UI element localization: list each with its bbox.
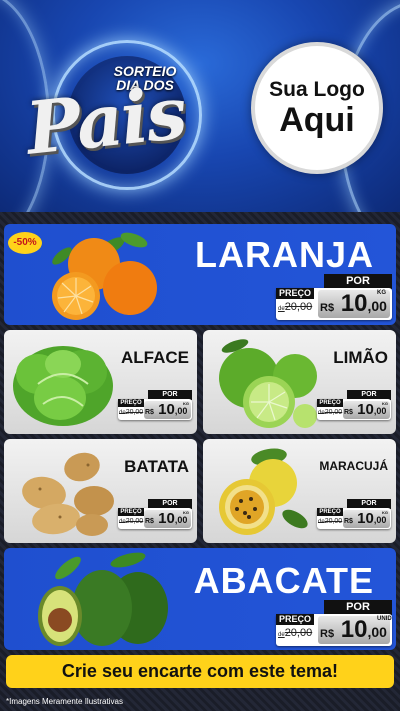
product-name-maracuja: MARACUJÁ: [319, 459, 388, 473]
por-label: POR: [324, 274, 392, 289]
avocado-image: [38, 552, 168, 646]
product-name-batata: BATATA: [124, 457, 189, 476]
por-label: POR: [324, 600, 392, 615]
preco-label: PREÇO: [276, 288, 314, 299]
price-tag-abacate: POR PREÇO de20,00 R$ 10,00 UNID: [276, 600, 392, 646]
preco-label: PREÇO: [317, 399, 343, 407]
lettuce-image: [13, 346, 113, 426]
unit-label: KG: [382, 510, 388, 515]
product-name-alface: ALFACE: [121, 348, 189, 367]
product-card-limao[interactable]: LIMÃO POR PREÇO de20,00 R$ 10,00 KG: [203, 330, 396, 434]
footnote: *Imagens Meramente Ilustrativas: [6, 697, 123, 706]
preco-label: PREÇO: [118, 508, 144, 516]
preco-label: PREÇO: [317, 508, 343, 516]
price-tag-laranja: POR PREÇO de20,00 R$ 10,00 KG: [276, 274, 392, 320]
product-card-batata[interactable]: BATATA POR PREÇO de20,00 R$ 10,00 KG: [4, 439, 197, 543]
old-price: de20,00: [119, 518, 144, 525]
preco-label: PREÇO: [118, 399, 144, 407]
product-name-limao: LIMÃO: [333, 348, 388, 367]
price-tag-alface: POR PREÇO de20,00 R$ 10,00 KG: [118, 390, 192, 420]
old-price: de20,00: [318, 409, 343, 416]
price-tag-maracuja: POR PREÇO de20,00 R$ 10,00 KG: [317, 499, 391, 529]
unit-label: KG: [183, 401, 189, 406]
logo-line-2: Aqui: [279, 101, 355, 139]
logo-line-1: Sua Logo: [269, 78, 365, 101]
unit-label: KG: [183, 510, 189, 515]
store-logo-placeholder[interactable]: Sua Logo Aqui: [251, 42, 383, 174]
old-price: de20,00: [119, 409, 144, 416]
cta-button[interactable]: Crie seu encarte com este tema!: [6, 655, 394, 688]
product-name-laranja: LARANJA: [194, 234, 374, 275]
old-price: de20,00: [278, 301, 313, 313]
preco-label: PREÇO: [276, 614, 314, 625]
unit-label: KG: [382, 401, 388, 406]
discount-badge: -50%: [8, 232, 42, 254]
product-card-laranja[interactable]: LARANJA POR PREÇO de20,00 R$ 10,00 KG: [4, 224, 396, 325]
unit-label: KG: [377, 290, 386, 296]
event-title-main: Pais: [22, 69, 189, 171]
old-price: de20,00: [278, 627, 313, 639]
potato-image: [22, 452, 114, 536]
product-name-abacate: ABACATE: [193, 560, 374, 601]
product-card-maracuja[interactable]: MARACUJÁ POR PREÇO de20,00 R$ 10,00 KG: [203, 439, 396, 543]
header-banner: SORTEIO DIA DOS Pais Sua Logo Aqui: [0, 0, 400, 212]
product-card-alface[interactable]: ALFACE POR PREÇO de20,00 R$ 10,00 KG: [4, 330, 197, 434]
product-card-abacate[interactable]: ABACATE POR PREÇO de20,00 R$ 10,00 UNID: [4, 548, 396, 650]
price-tag-batata: POR PREÇO de20,00 R$ 10,00 KG: [118, 499, 192, 529]
old-price: de20,00: [318, 518, 343, 525]
price-tag-limao: POR PREÇO de20,00 R$ 10,00 KG: [317, 390, 391, 420]
unit-label: UNID: [377, 616, 392, 622]
passion-fruit-image: [219, 448, 308, 535]
orange-image: [52, 232, 157, 320]
lime-image: [219, 339, 317, 428]
